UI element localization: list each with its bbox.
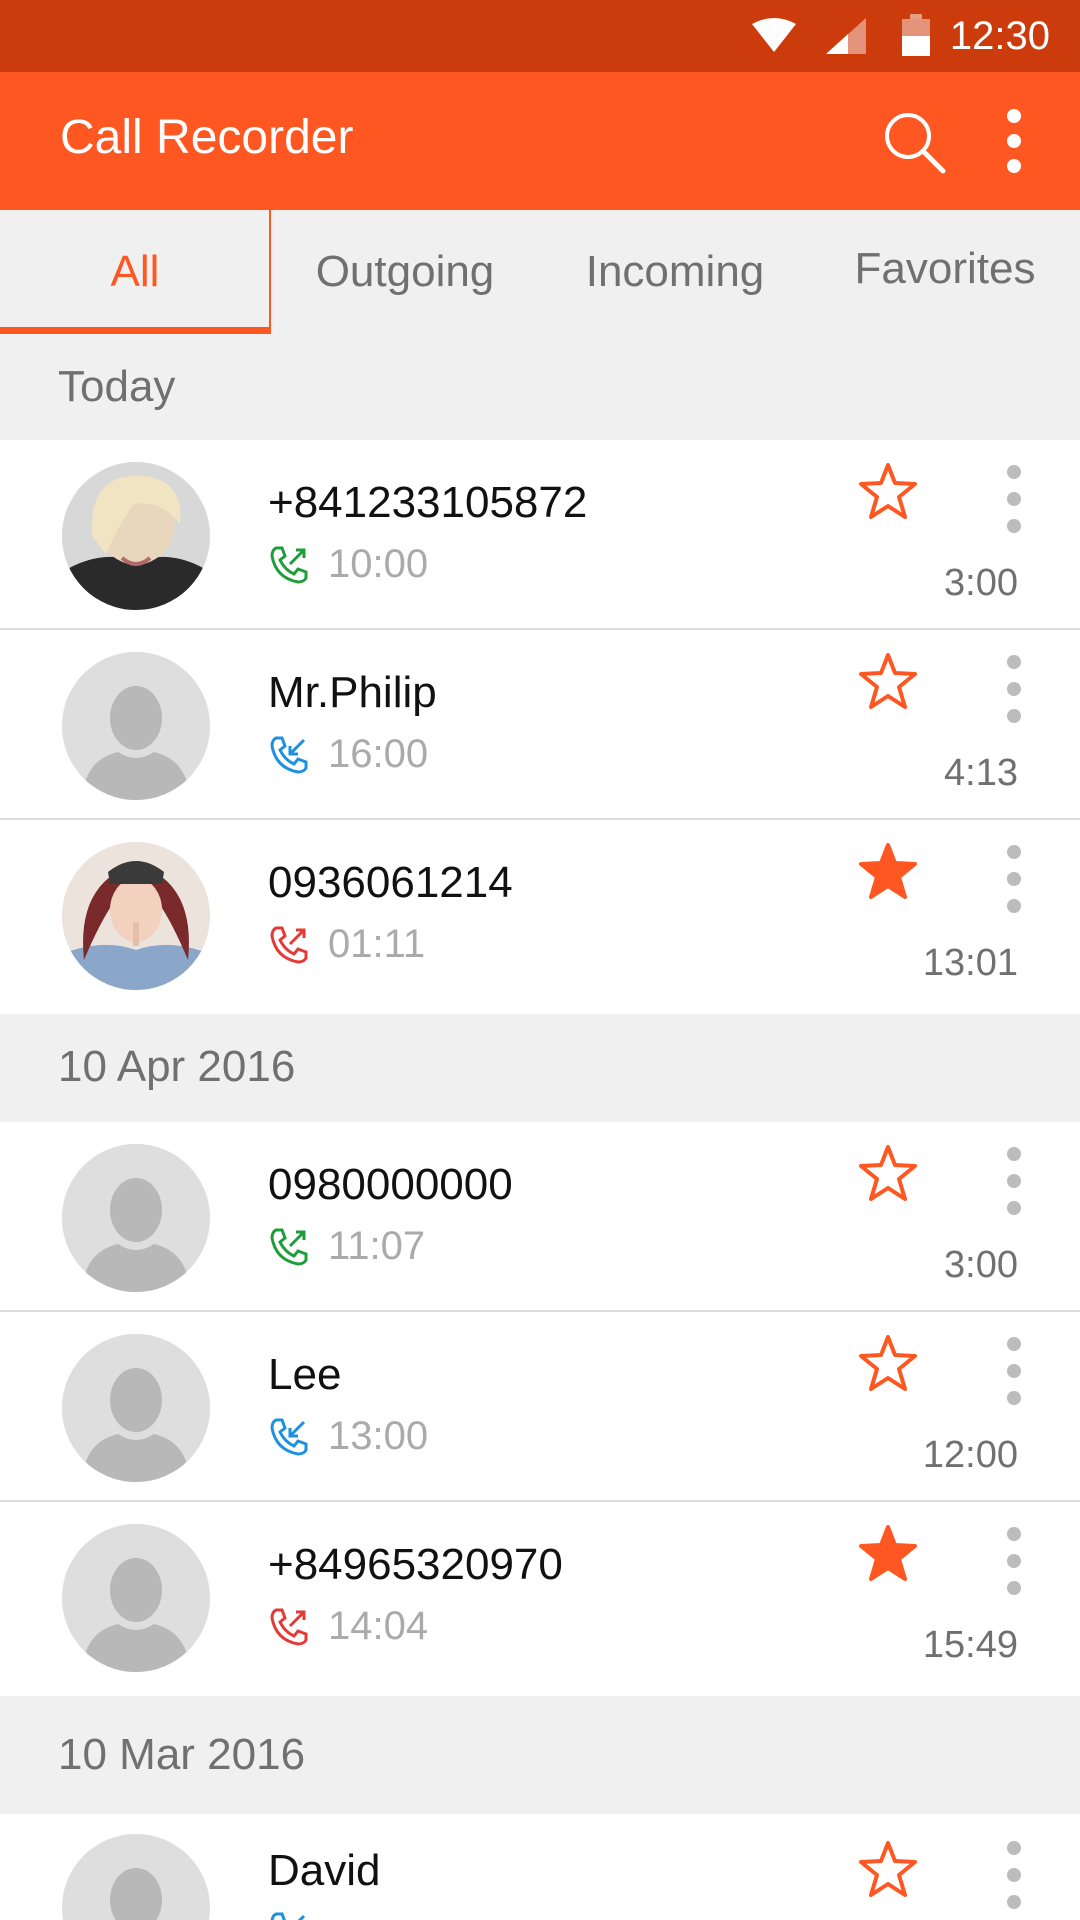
favorite-star-filled-icon[interactable]	[858, 1524, 918, 1582]
recording-duration: 15:49	[922, 1624, 1018, 1666]
section-header: 10 Mar 2016	[0, 1696, 1080, 1814]
recording-duration: 3:00	[944, 1244, 1018, 1286]
tab-favorites[interactable]: Favorites	[810, 210, 1080, 334]
recording-row[interactable]: Lee 13:00 12:00	[0, 1312, 1080, 1502]
avatar	[62, 842, 210, 990]
status-bar: 12:30	[0, 0, 1080, 72]
more-options-icon[interactable]	[1000, 1840, 1028, 1910]
incoming-call-icon	[270, 1912, 306, 1920]
contact-name: Lee	[268, 1350, 342, 1399]
more-options-icon[interactable]	[1000, 1526, 1028, 1596]
recording-row[interactable]: +841233105872 10:00 3:00	[0, 440, 1080, 630]
section-label: 10 Mar 2016	[58, 1730, 306, 1779]
avatar-placeholder	[62, 1144, 210, 1292]
recording-row[interactable]: 0980000000 11:07 3:00	[0, 1122, 1080, 1312]
avatar	[62, 462, 210, 610]
contact-name: Mr.Philip	[268, 668, 437, 717]
contact-name: 0936061214	[268, 858, 513, 907]
tab-divider	[269, 210, 271, 334]
missed-call-icon	[270, 926, 308, 964]
contact-name: 0980000000	[268, 1160, 513, 1209]
more-options-icon[interactable]	[1000, 1146, 1028, 1216]
status-time: 12:30	[949, 14, 1050, 58]
call-time: 10:00	[328, 542, 429, 586]
incoming-call-icon	[270, 736, 308, 774]
tab-bar: All Outgoing Incoming Favorites	[0, 210, 1080, 334]
recording-duration: 3:00	[944, 562, 1018, 604]
contact-name: +84965320970	[268, 1540, 563, 1589]
signal-icon	[826, 18, 866, 54]
more-options-icon[interactable]	[1000, 464, 1028, 534]
contact-name: David	[268, 1846, 381, 1895]
outgoing-call-icon	[270, 1228, 308, 1266]
favorite-star-icon[interactable]	[858, 462, 918, 520]
app-bar: Call Recorder	[0, 72, 1080, 210]
outgoing-call-icon	[270, 546, 308, 584]
avatar-placeholder	[62, 1524, 210, 1672]
section-header: 10 Apr 2016	[0, 1014, 1080, 1122]
call-time: 16:00	[328, 732, 429, 776]
favorite-star-icon[interactable]	[858, 652, 918, 710]
avatar-placeholder	[62, 1334, 210, 1482]
favorite-star-icon[interactable]	[858, 1144, 918, 1202]
more-options-icon[interactable]	[1000, 654, 1028, 724]
app-title: Call Recorder	[60, 111, 354, 164]
call-time: 11:07	[328, 1224, 426, 1268]
recording-row[interactable]: +84965320970 14:04 15:49	[0, 1502, 1080, 1696]
recording-duration: 12:00	[922, 1434, 1018, 1476]
recording-row[interactable]: Mr.Philip 16:00 4:13	[0, 630, 1080, 820]
section-label: 10 Apr 2016	[58, 1042, 296, 1091]
recording-row[interactable]: David	[0, 1814, 1080, 1920]
favorite-star-icon[interactable]	[858, 1334, 918, 1392]
avatar-placeholder	[62, 652, 210, 800]
search-icon[interactable]	[882, 110, 946, 174]
wifi-icon	[752, 18, 796, 52]
tab-indicator	[0, 327, 270, 334]
favorite-star-icon[interactable]	[858, 1840, 918, 1898]
tab-incoming[interactable]: Incoming	[540, 210, 810, 334]
battery-icon	[902, 14, 930, 56]
recording-row[interactable]: 0936061214 01:11 13:01	[0, 820, 1080, 1014]
missed-call-icon	[270, 1608, 308, 1646]
call-time: 01:11	[328, 922, 426, 966]
favorite-star-filled-icon[interactable]	[858, 842, 918, 900]
contact-name: +841233105872	[268, 478, 588, 527]
incoming-call-icon	[270, 1418, 308, 1456]
tab-all[interactable]: All	[0, 210, 270, 334]
recording-duration: 13:01	[922, 942, 1018, 984]
recording-duration: 4:13	[944, 752, 1018, 794]
call-time: 14:04	[328, 1604, 429, 1648]
section-header: Today	[0, 334, 1080, 440]
avatar-placeholder	[62, 1834, 210, 1920]
more-options-icon[interactable]	[1000, 1336, 1028, 1406]
call-time: 13:00	[328, 1414, 429, 1458]
tab-outgoing[interactable]: Outgoing	[270, 210, 540, 334]
overflow-menu-icon[interactable]	[1000, 108, 1028, 174]
section-label: Today	[58, 362, 176, 411]
more-options-icon[interactable]	[1000, 844, 1028, 914]
